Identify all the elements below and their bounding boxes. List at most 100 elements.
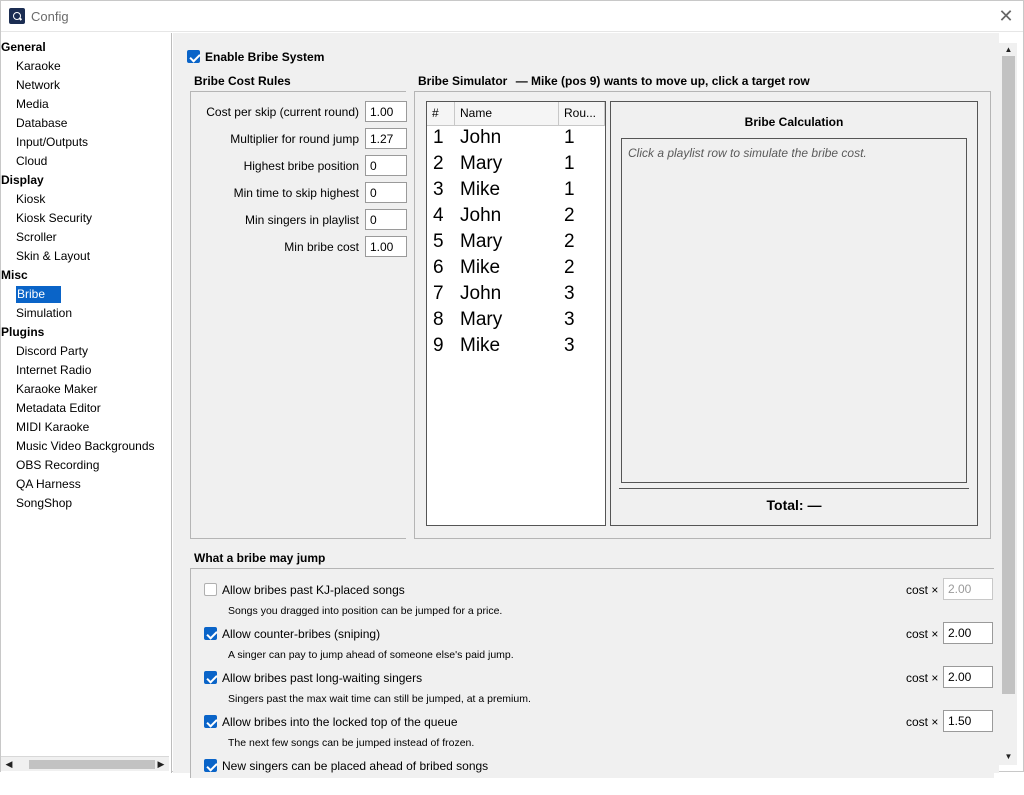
table-row[interactable]: 1 John 1 [427, 126, 605, 152]
rule-label: Min time to skip highest [233, 186, 359, 200]
sidebar-item[interactable]: Network [1, 77, 171, 96]
rule-value-input[interactable]: 1.00 [365, 236, 407, 257]
tree-label: Kiosk Security [16, 211, 93, 225]
jump-option-label: Allow bribes past KJ-placed songs [222, 583, 405, 597]
cell-pos: 1 [433, 127, 444, 148]
table-row[interactable]: 2 Mary 1 [427, 152, 605, 178]
tree-label: Karaoke Maker [16, 382, 98, 396]
jump-option: New singers can be placed ahead of bribe… [204, 759, 996, 795]
sidebar-item[interactable]: Metadata Editor [1, 400, 171, 419]
tree-category[interactable]: Plugins [1, 324, 171, 343]
sidebar-item[interactable]: Karaoke Maker [1, 381, 171, 400]
cell-name: Mary [460, 231, 503, 252]
tree-label: MIDI Karaoke [16, 420, 90, 434]
table-row[interactable]: 5 Mary 2 [427, 230, 605, 256]
table-row[interactable]: 9 Mike 3 [427, 334, 605, 360]
jump-option-label: Allow bribes into the locked top of the … [222, 715, 458, 729]
jump-option-description: Singers past the max wait time can still… [228, 693, 531, 705]
scroll-right-icon[interactable]: ▶ [154, 758, 168, 771]
cell-pos: 7 [433, 283, 444, 304]
cost-multiplier-input[interactable]: 1.50 [943, 710, 993, 732]
sidebar-item[interactable]: SongShop [1, 495, 171, 514]
table-row[interactable]: 4 John 2 [427, 204, 605, 230]
jump-option-checkbox[interactable] [204, 759, 217, 772]
column-header-pos[interactable]: # [427, 102, 455, 126]
rule-label: Cost per skip (current round) [206, 105, 359, 119]
cell-name: John [460, 283, 502, 304]
tree-label: Kiosk [16, 192, 46, 206]
cell-name: Mike [460, 179, 501, 200]
sidebar-item[interactable]: Scroller [1, 229, 171, 248]
tree-label: SongShop [16, 496, 73, 510]
column-header-round[interactable]: Rou... [559, 102, 605, 126]
sidebar-item[interactable]: MIDI Karaoke [1, 419, 171, 438]
jump-option-checkbox[interactable] [204, 715, 217, 728]
cell-round: 1 [564, 153, 575, 174]
rule-value-input[interactable]: 1.00 [365, 101, 407, 122]
close-icon[interactable]: ✕ [995, 5, 1017, 27]
rule-value-input[interactable]: 0 [365, 155, 407, 176]
rule-value-input[interactable]: 0 [365, 182, 407, 203]
tree-label: OBS Recording [16, 458, 100, 472]
scrollbar-thumb[interactable] [1002, 56, 1015, 694]
calc-output-box: Click a playlist row to simulate the bri… [621, 138, 967, 483]
sidebar-item[interactable]: Input/Outputs [1, 134, 171, 153]
sidebar-item[interactable]: Bribe [1, 286, 171, 305]
jump-option: Allow counter-bribes (sniping) A singer c… [204, 622, 996, 663]
table-row[interactable]: 7 John 3 [427, 282, 605, 308]
sidebar-item[interactable]: Music Video Backgrounds [1, 438, 171, 457]
sidebar-item[interactable]: Karaoke [1, 58, 171, 77]
enable-bribe-checkbox[interactable] [187, 50, 200, 63]
table-row[interactable]: 8 Mary 3 [427, 308, 605, 334]
sidebar-item[interactable]: Media [1, 96, 171, 115]
sidebar-item[interactable]: QA Harness [1, 476, 171, 495]
sidebar-item[interactable]: Skin & Layout [1, 248, 171, 267]
jump-option-label: Allow counter-bribes (sniping) [222, 627, 381, 641]
cell-round: 3 [564, 283, 575, 304]
sidebar-item[interactable]: Discord Party [1, 343, 171, 362]
sidebar: General Karaoke Network Media Database Input/… [1, 33, 172, 773]
jump-option: Allow bribes past long-waiting singers Si… [204, 666, 996, 707]
rule-value-input[interactable]: 0 [365, 209, 407, 230]
sidebar-item[interactable]: Cloud [1, 153, 171, 172]
jump-option: Allow bribes into the locked top of the … [204, 710, 996, 751]
tree-label: Database [16, 116, 68, 130]
cost-multiplier-input[interactable]: 2.00 [943, 622, 993, 644]
jump-option-label: Allow bribes past long-waiting singers [222, 671, 423, 685]
jump-option-checkbox[interactable] [204, 583, 217, 596]
app-logo-icon [9, 8, 25, 24]
config-window: Config ✕ General Karaoke Network Media Datab… [0, 0, 1024, 778]
jump-option-checkbox[interactable] [204, 671, 217, 684]
sidebar-item[interactable]: Simulation [1, 305, 171, 324]
sidebar-item[interactable]: Kiosk [1, 191, 171, 210]
sidebar-item[interactable]: Database [1, 115, 171, 134]
cost-rules-title: Bribe Cost Rules [194, 74, 291, 88]
scroll-left-icon[interactable]: ◀ [2, 758, 16, 771]
table-row[interactable]: 3 Mike 1 [427, 178, 605, 204]
column-header-name[interactable]: Name [455, 102, 559, 126]
sidebar-horizontal-scrollbar[interactable]: ◀ ▶ [1, 756, 169, 771]
tree-category[interactable]: Misc [1, 267, 171, 286]
scrollbar-thumb[interactable] [29, 760, 155, 769]
tree-label: Simulation [16, 306, 73, 320]
playlist-table[interactable]: # Name Rou... 1 John 1 2 Mary 1 3 Mike 1 4 John 2 5 M… [426, 101, 606, 526]
cost-multiplier-input[interactable]: 2.00 [943, 666, 993, 688]
sidebar-item[interactable]: Kiosk Security [1, 210, 171, 229]
jump-option-checkbox[interactable] [204, 627, 217, 640]
rule-value-input[interactable]: 1.27 [365, 128, 407, 149]
cell-pos: 9 [433, 335, 444, 356]
sidebar-item[interactable]: Internet Radio [1, 362, 171, 381]
tree-category[interactable]: Display [1, 172, 171, 191]
tree-label: Plugins [1, 325, 45, 339]
table-row[interactable]: 6 Mike 2 [427, 256, 605, 282]
cost-multiplier-input[interactable]: 2.00 [943, 578, 993, 600]
scroll-down-icon[interactable]: ▼ [1002, 751, 1015, 763]
scroll-up-icon[interactable]: ▲ [1002, 44, 1015, 56]
tree-label: QA Harness [16, 477, 81, 491]
tree-category[interactable]: General [1, 39, 171, 58]
sidebar-item[interactable]: OBS Recording [1, 457, 171, 476]
main-vertical-scrollbar[interactable]: ▲ ▼ [999, 43, 1017, 765]
rule-label: Min bribe cost [284, 240, 359, 254]
cell-name: John [460, 205, 502, 226]
jump-title: What a bribe may jump [194, 551, 326, 565]
